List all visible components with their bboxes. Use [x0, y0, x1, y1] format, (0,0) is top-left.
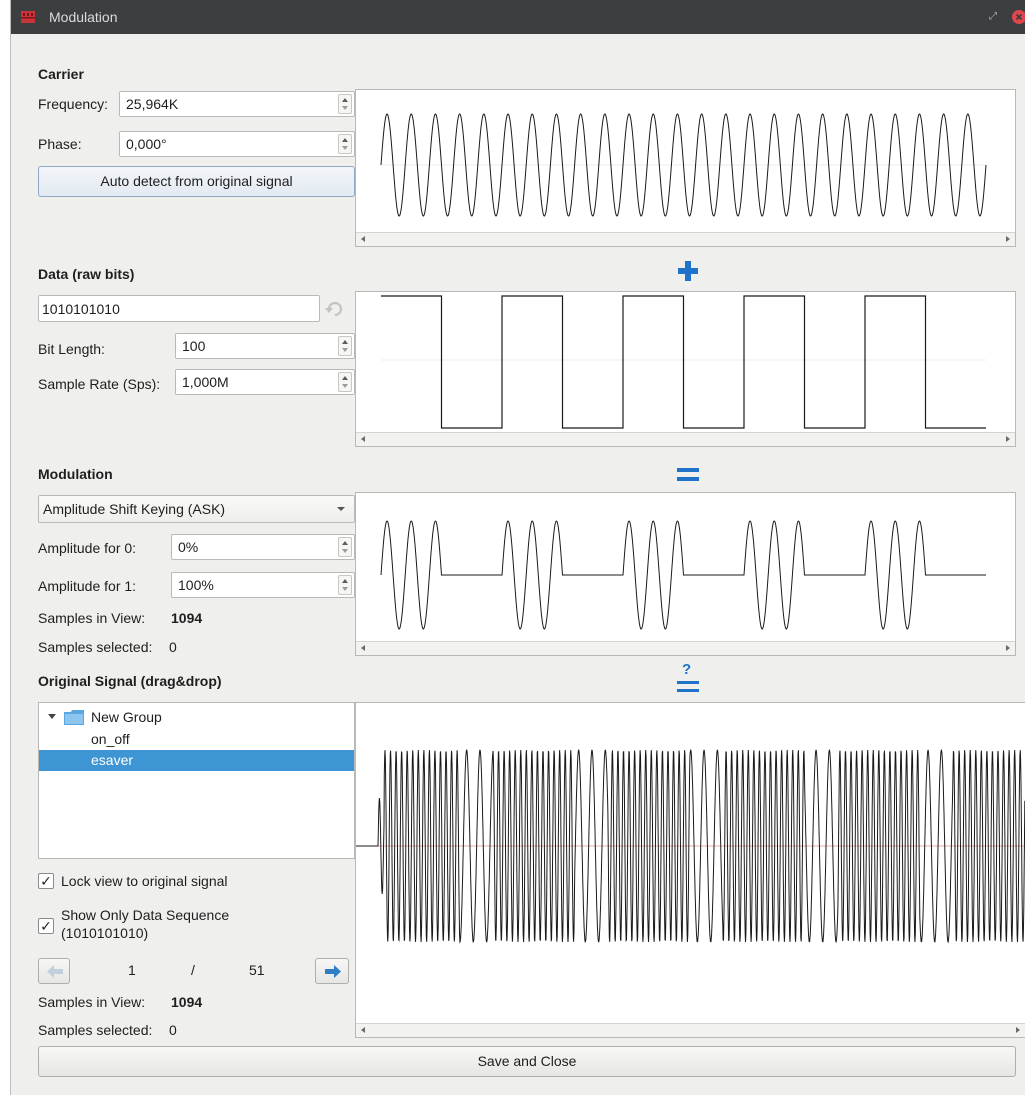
modulated-waveform	[380, 520, 986, 630]
restore-icon[interactable]: ⤢	[986, 10, 1000, 24]
sample-rate-label: Sample Rate (Sps):	[38, 376, 161, 392]
tree-group-label: New Group	[91, 709, 162, 725]
amplitude-0-label: Amplitude for 0:	[38, 540, 137, 556]
mod-samples-in-view-value: 1094	[171, 610, 203, 626]
show-only-data-checkbox[interactable]: ✓	[38, 918, 54, 934]
carrier-heading: Carrier	[38, 66, 84, 82]
plus-icon	[678, 261, 698, 281]
frequency-stepper[interactable]	[338, 94, 352, 114]
triangle-down-icon[interactable]	[48, 714, 56, 719]
tree-item-label: on_off	[91, 731, 130, 747]
original-waveform	[356, 749, 1025, 944]
original-scrollbar[interactable]	[356, 1023, 1025, 1037]
frequency-spinbox[interactable]: 25,964K	[119, 91, 355, 117]
data-waveform	[381, 295, 986, 429]
orig-samples-in-view-value: 1094	[171, 994, 203, 1010]
modulated-plot[interactable]	[355, 492, 1016, 656]
sample-rate-value: 1,000M	[182, 374, 229, 390]
amplitude-0-spinbox[interactable]: 0%	[171, 534, 355, 560]
show-only-data-label-line2: (1010101010)	[61, 925, 149, 941]
tree-item-esaver[interactable]: esaver	[39, 750, 354, 771]
data-plot[interactable]	[355, 291, 1016, 447]
show-only-data-label-line1: Show Only Data Sequence	[61, 907, 230, 923]
tree-item-label: esaver	[91, 752, 134, 768]
undo-icon[interactable]	[324, 299, 344, 317]
modulation-type-value: Amplitude Shift Keying (ASK)	[43, 501, 226, 517]
modulation-heading: Modulation	[38, 466, 113, 482]
amplitude-1-value: 100%	[178, 577, 214, 593]
sample-rate-spinbox[interactable]: 1,000M	[175, 369, 355, 395]
amplitude-1-stepper[interactable]	[338, 575, 352, 595]
amplitude-1-label: Amplitude for 1:	[38, 578, 137, 594]
sample-rate-stepper[interactable]	[338, 372, 352, 392]
bit-length-value: 100	[182, 338, 206, 354]
mod-samples-in-view-label: Samples in View:	[38, 610, 146, 626]
amplitude-1-spinbox[interactable]: 100%	[171, 572, 355, 598]
question-equals-icon	[677, 681, 699, 692]
modulated-scrollbar[interactable]	[356, 641, 1015, 655]
amplitude-0-value: 0%	[178, 539, 199, 555]
orig-samples-selected-value: 0	[169, 1022, 177, 1038]
title-bar: Modulation ⤢	[11, 0, 1025, 34]
carrier-waveform	[380, 113, 987, 217]
carrier-scrollbar[interactable]	[356, 232, 1015, 246]
data-trace	[381, 295, 986, 429]
save-and-close-button[interactable]: Save and Close	[38, 1046, 1016, 1077]
modulated-trace	[380, 520, 986, 630]
phase-stepper[interactable]	[338, 134, 352, 154]
mod-samples-selected-label: Samples selected:	[38, 639, 153, 655]
amplitude-0-stepper[interactable]	[338, 537, 352, 557]
urh-logo-icon	[21, 11, 35, 23]
data-heading: Data (raw bits)	[38, 266, 135, 282]
next-page-button[interactable]	[315, 958, 349, 984]
bits-value: 1010101010	[42, 301, 120, 317]
carrier-plot[interactable]	[355, 89, 1016, 247]
prev-page-button[interactable]	[38, 958, 70, 984]
bit-length-stepper[interactable]	[338, 336, 352, 356]
question-mark: ?	[682, 661, 692, 678]
page-current: 1	[128, 962, 136, 978]
phase-label: Phase:	[38, 136, 82, 152]
page-total: 51	[249, 962, 265, 978]
arrow-left-icon	[47, 965, 63, 978]
data-scrollbar[interactable]	[356, 432, 1015, 446]
tree-item-on-off[interactable]: on_off	[39, 729, 354, 750]
signal-tree[interactable]: New Group on_off esaver	[38, 702, 355, 859]
bit-length-label: Bit Length:	[38, 341, 105, 357]
bit-length-spinbox[interactable]: 100	[175, 333, 355, 359]
orig-samples-selected-label: Samples selected:	[38, 1022, 153, 1038]
close-icon[interactable]	[1012, 10, 1025, 24]
tree-group-row[interactable]: New Group	[39, 705, 354, 729]
lock-view-label[interactable]: Lock view to original signal	[61, 873, 228, 889]
modulation-type-select[interactable]: Amplitude Shift Keying (ASK)	[38, 495, 355, 523]
mod-samples-selected-value: 0	[169, 639, 177, 655]
show-only-data-label[interactable]: Show Only Data Sequence (1010101010)	[61, 906, 229, 942]
orig-samples-in-view-label: Samples in View:	[38, 994, 146, 1010]
modulation-dialog: Modulation ⤢ Carrier Frequency: 25,964K …	[10, 0, 1025, 1095]
equals-icon	[677, 468, 699, 481]
auto-detect-button[interactable]: Auto detect from original signal	[38, 166, 355, 197]
arrow-right-icon	[325, 965, 341, 978]
page-separator: /	[191, 962, 195, 978]
folder-icon	[64, 710, 84, 725]
phase-value: 0,000°	[126, 136, 167, 152]
window-title: Modulation	[49, 9, 118, 25]
bits-input[interactable]: 1010101010	[38, 295, 320, 322]
frequency-label: Frequency:	[38, 96, 109, 112]
original-heading: Original Signal (drag&drop)	[38, 673, 222, 689]
original-plot[interactable]	[355, 702, 1025, 1038]
phase-spinbox[interactable]: 0,000°	[119, 131, 355, 157]
lock-view-checkbox[interactable]: ✓	[38, 873, 54, 889]
frequency-value: 25,964K	[126, 96, 179, 112]
chevron-down-icon	[337, 507, 345, 511]
